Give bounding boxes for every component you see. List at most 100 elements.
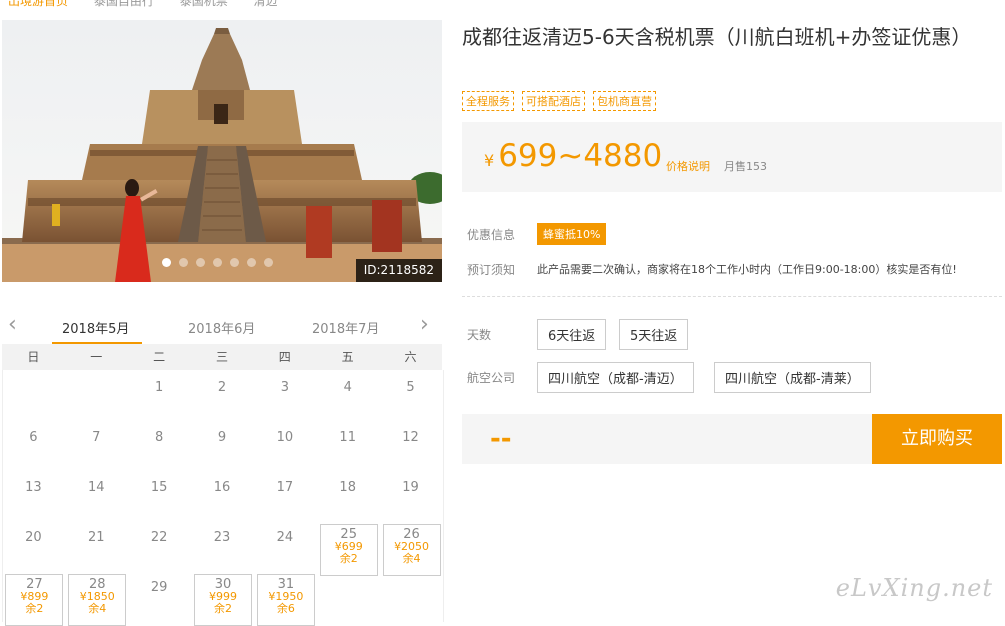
- calendar-day: 19: [383, 480, 439, 495]
- day-remaining: 余6: [276, 602, 295, 615]
- calendar-day: 5: [383, 380, 439, 395]
- weekday-label: 三: [215, 350, 228, 364]
- calendar-day: 15: [131, 480, 187, 495]
- day-number: 6: [29, 430, 38, 445]
- day-number: 13: [25, 480, 42, 495]
- day-number: 18: [339, 480, 356, 495]
- calendar-day: 13: [5, 480, 61, 495]
- airline-label: 航空公司: [467, 371, 516, 385]
- divider: [462, 296, 1002, 297]
- currency-symbol: ¥: [484, 151, 495, 170]
- day-remaining: 余2: [214, 602, 232, 615]
- day-number: 8: [155, 430, 164, 445]
- day-number: 5: [406, 380, 415, 395]
- day-number: 3: [280, 380, 289, 395]
- calendar-day: 17: [257, 480, 313, 495]
- calendar-day: 8: [131, 430, 187, 445]
- day-number: 20: [25, 530, 42, 545]
- day-number: 14: [88, 480, 105, 495]
- promo-badge: 蜂蜜抵10%: [537, 223, 607, 245]
- month-tab-may[interactable]: 2018年5月: [62, 318, 129, 337]
- price-explanation-link[interactable]: 价格说明: [666, 158, 710, 174]
- carousel-dot[interactable]: [196, 258, 205, 267]
- calendar-day[interactable]: 28 ¥1850 余4: [68, 574, 127, 626]
- calendar-day: 22: [131, 530, 187, 545]
- breadcrumb-item[interactable]: 出境游首页: [8, 0, 68, 8]
- product-title: 成都往返清迈5-6天含税机票（川航白班机+办签证优惠）: [462, 25, 972, 49]
- calendar-day: 7: [68, 430, 124, 445]
- option-airline-chiangrai[interactable]: 四川航空（成都-清莱）: [714, 362, 871, 393]
- promo-label: 优惠信息: [467, 228, 516, 242]
- calendar-day: 10: [257, 430, 313, 445]
- calendar-day: 16: [194, 480, 250, 495]
- day-number: 4: [343, 380, 352, 395]
- day-number: 17: [276, 480, 294, 495]
- breadcrumb-item[interactable]: 泰国机票: [180, 0, 228, 8]
- weekday-label: 五: [341, 350, 354, 364]
- calendar-day[interactable]: 26 ¥2050 余4: [382, 524, 441, 576]
- day-number: 29: [150, 580, 168, 595]
- price-range: ¥699~4880: [484, 138, 662, 174]
- breadcrumb-item: 清迈: [253, 0, 278, 8]
- day-number: 19: [402, 480, 419, 495]
- month-tab-july[interactable]: 2018年7月: [312, 318, 379, 337]
- calendar-day[interactable]: 31 ¥1950 余6: [256, 574, 315, 626]
- calendar-day: 3: [257, 380, 313, 395]
- calendar-day: 24: [257, 530, 313, 545]
- watermark: eLvXing.net: [835, 574, 993, 602]
- day-remaining: 余4: [88, 602, 107, 615]
- day-number: 22: [150, 530, 168, 545]
- day-number: 15: [150, 480, 168, 495]
- carousel-dot[interactable]: [230, 258, 239, 267]
- price-panel: ¥699~4880 价格说明 月售153: [462, 122, 1002, 192]
- carousel-dot[interactable]: [247, 258, 256, 267]
- calendar-day[interactable]: 25 ¥699 余2: [319, 524, 378, 576]
- weekday-label: 四: [278, 350, 291, 364]
- breadcrumb-item[interactable]: 泰国自由行: [94, 0, 154, 8]
- calendar-day: 4: [320, 380, 376, 395]
- monthly-sales: 月售153: [724, 160, 767, 173]
- carousel-dot[interactable]: [179, 258, 188, 267]
- product-image-gallery[interactable]: ID:2118582: [2, 20, 442, 282]
- day-number: 16: [213, 480, 231, 495]
- option-5-days[interactable]: 5天往返: [619, 319, 689, 350]
- purchase-bar: -- 立即购买: [462, 414, 1002, 464]
- day-remaining: 余2: [339, 552, 358, 565]
- calendar-day: 14: [68, 480, 124, 495]
- calendar-day: 23: [194, 530, 250, 545]
- calendar-month-nav: ‹ 2018年5月 2018年6月 2018年7月 ›: [2, 306, 442, 346]
- carousel-dot[interactable]: [264, 258, 273, 267]
- carousel-dot[interactable]: [162, 258, 171, 267]
- day-number: 9: [217, 430, 227, 445]
- chevron-left-icon[interactable]: ‹: [8, 312, 17, 337]
- weekday-label: 一: [90, 350, 103, 364]
- chevron-right-icon[interactable]: ›: [420, 312, 429, 337]
- calendar-grid: 1 2 3 4 5 6 7 8 9 10 11 12 13 14 15 16 17 18 19 20 21 22 23 24 2…: [2, 370, 444, 626]
- calendar-day: 21: [68, 530, 124, 545]
- calendar-day: 20: [5, 530, 61, 545]
- calendar-day[interactable]: 27 ¥899 余2: [5, 574, 64, 626]
- day-number: 24: [276, 530, 294, 545]
- option-6-days[interactable]: 6天往返: [537, 319, 607, 350]
- service-tag: 全程服务: [462, 91, 514, 111]
- carousel-dot[interactable]: [213, 258, 222, 267]
- days-label: 天数: [467, 328, 492, 342]
- day-number: 11: [339, 430, 356, 445]
- calendar-day: 18: [320, 480, 376, 495]
- buy-now-button[interactable]: 立即购买: [872, 414, 1002, 464]
- day-remaining: 余2: [25, 602, 44, 615]
- option-airline-chiangmai[interactable]: 四川航空（成都-清迈）: [537, 362, 694, 393]
- calendar-day: 12: [383, 430, 439, 445]
- month-tab-june[interactable]: 2018年6月: [188, 318, 255, 337]
- calendar-weekday-header: 日 一 二 三 四 五 六: [2, 344, 442, 370]
- booking-notice-text: 此产品需要二次确认，商家将在18个工作小时内（工作日9:00-18:00）核实是…: [537, 263, 957, 276]
- price-value: 699~4880: [498, 138, 663, 174]
- total-price: --: [490, 424, 512, 454]
- day-number: 12: [402, 430, 419, 445]
- weekday-label: 二: [153, 350, 166, 364]
- temple-photo: [2, 20, 442, 282]
- calendar-day[interactable]: 30 ¥999 余2: [194, 574, 252, 626]
- service-tags: 全程服务 可搭配酒店 包机商直营: [462, 91, 656, 111]
- day-remaining: 余4: [402, 552, 421, 565]
- carousel-dots: [162, 258, 273, 267]
